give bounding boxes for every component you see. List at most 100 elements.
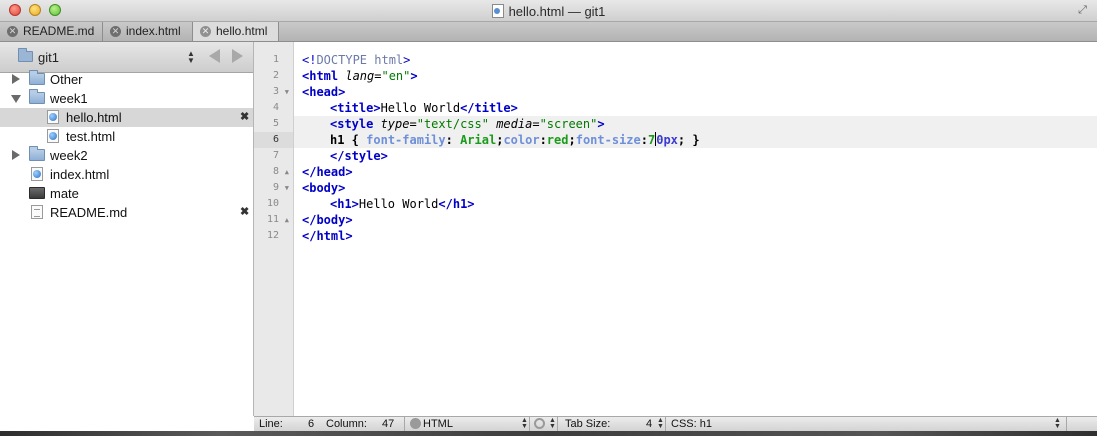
tab-close-icon[interactable]: ✕ — [110, 26, 121, 37]
markdown-file-icon — [31, 205, 43, 219]
line-number: 11 ▲ — [254, 212, 293, 228]
tree-item-test-html[interactable]: test.html — [0, 127, 253, 146]
code-line: <!DOCTYPE html> — [302, 53, 411, 67]
title-bar: hello.html — git1 ⤢ — [0, 0, 1097, 22]
file-browser: git1 ▲ ▼ Other week1 hello.html ✖ test.ht… — [0, 42, 254, 416]
line-number: 12 — [266, 230, 279, 241]
chevron-updown-icon[interactable]: ▲ ▼ — [1054, 417, 1061, 430]
tree-item-index-html[interactable]: index.html — [0, 165, 253, 184]
back-arrow-icon[interactable] — [209, 49, 220, 63]
language-selector[interactable]: HTML — [423, 417, 453, 431]
code-line: </html> — [302, 229, 353, 243]
chevron-updown-icon[interactable]: ▲ ▼ — [549, 417, 556, 430]
close-file-icon[interactable]: ✖ — [240, 108, 249, 127]
line-number: 9 ▼ — [254, 180, 293, 196]
desktop-background — [0, 431, 1097, 436]
clock-icon — [410, 418, 421, 429]
tree-item-label: hello.html — [66, 110, 122, 125]
project-selector[interactable]: git1 — [38, 50, 59, 65]
forward-arrow-icon[interactable] — [232, 49, 243, 63]
line-number-gutter: 1 2 3 ▼ 4 5 6 7 8 ▲ 9 ▼ 10 11 ▲ 12 — [254, 42, 294, 416]
tree-item-week2[interactable]: week2 — [0, 146, 253, 165]
window-title: hello.html — git1 — [0, 4, 1097, 19]
folder-icon — [29, 70, 45, 85]
status-divider — [557, 417, 558, 431]
status-divider — [529, 417, 530, 431]
code-line: <body> — [302, 181, 346, 195]
window-title-text: hello.html — git1 — [508, 4, 606, 19]
code-line: <h1>Hello World</h1> — [330, 197, 475, 211]
mate-file-icon — [29, 187, 45, 199]
code-line: </head> — [302, 165, 353, 179]
html-file-icon — [47, 110, 59, 124]
line-number: 7 — [272, 150, 279, 161]
html-file-icon — [31, 167, 43, 181]
line-number: 3 ▼ — [254, 84, 293, 100]
tab-hello[interactable]: ✕ hello.html — [193, 22, 279, 41]
tab-label: README.md — [23, 24, 95, 38]
tree-item-other[interactable]: Other — [0, 70, 253, 89]
file-browser-footer — [0, 416, 254, 431]
tree-item-label: week1 — [50, 91, 88, 106]
line-number: 5 — [272, 118, 279, 129]
column-value: 47 — [382, 418, 395, 430]
line-number: 1 — [272, 54, 279, 65]
code-line: <style type="text/css" media="screen"> — [330, 117, 605, 131]
tree-item-hello-html[interactable]: hello.html ✖ — [0, 108, 253, 127]
tab-close-icon[interactable]: ✕ — [7, 26, 18, 37]
disclosure-collapsed-icon[interactable] — [12, 74, 20, 84]
line-number: 8 ▲ — [254, 164, 293, 180]
tree-item-readme[interactable]: README.md ✖ — [0, 203, 253, 222]
tree-item-mate[interactable]: mate — [0, 184, 253, 203]
tab-index[interactable]: ✕ index.html — [103, 22, 193, 41]
disclosure-collapsed-icon[interactable] — [12, 150, 20, 160]
status-divider — [665, 417, 666, 431]
tab-size-label[interactable]: Tab Size: — [565, 417, 610, 431]
tab-size-value[interactable]: 4 — [646, 417, 652, 431]
tab-readme[interactable]: ✕ README.md — [0, 22, 103, 41]
tree-item-label: mate — [50, 186, 79, 201]
code-line: </body> — [302, 213, 353, 227]
tree-item-week1[interactable]: week1 — [0, 89, 253, 108]
fold-down-icon[interactable]: ▼ — [285, 84, 289, 100]
line-value: 6 — [308, 418, 315, 430]
tree-item-label: week2 — [50, 148, 88, 163]
code-line: <title>Hello World</title> — [330, 101, 518, 115]
symbol-selector[interactable]: CSS: h1 — [671, 417, 712, 431]
status-divider — [1066, 417, 1067, 431]
column-label: Column: — [326, 418, 367, 430]
status-divider — [404, 417, 405, 431]
editor-window: hello.html — git1 ⤢ ✕ README.md ✕ index.… — [0, 0, 1097, 431]
tree-item-label: Other — [50, 72, 83, 87]
disclosure-expanded-icon[interactable] — [11, 95, 21, 103]
tab-label: hello.html — [216, 24, 268, 38]
chevron-updown-icon[interactable]: ▲ ▼ — [187, 50, 195, 65]
tab-bar: ✕ README.md ✕ index.html ✕ hello.html — [0, 22, 1097, 42]
fold-down-icon[interactable]: ▼ — [285, 180, 289, 196]
tree-item-label: README.md — [50, 205, 128, 220]
line-number: 2 — [272, 70, 279, 81]
chevron-updown-icon[interactable]: ▲ ▼ — [657, 417, 664, 430]
code-line-current: h1 { font-family: Arial;color:red;font-s… — [330, 132, 700, 147]
tab-close-icon[interactable]: ✕ — [200, 26, 211, 37]
code-editor[interactable]: <!DOCTYPE html> <html lang="en"> <head> … — [294, 42, 1097, 416]
tree-item-label: index.html — [50, 167, 110, 182]
fold-up-icon[interactable]: ▲ — [285, 212, 289, 228]
html-document-icon — [491, 4, 504, 18]
gear-icon[interactable] — [534, 418, 545, 429]
folder-icon — [29, 89, 45, 104]
fullscreen-icon[interactable]: ⤢ — [1076, 4, 1089, 17]
code-line: </style> — [330, 149, 388, 163]
file-browser-header: git1 ▲ ▼ — [0, 42, 253, 73]
folder-icon — [29, 146, 45, 161]
line-label: Line: — [259, 418, 283, 430]
code-line: <head> — [302, 85, 346, 99]
chevron-updown-icon[interactable]: ▲ ▼ — [521, 417, 528, 430]
line-number: 4 — [272, 102, 279, 113]
line-number: 10 — [266, 198, 279, 209]
folder-icon — [18, 48, 33, 62]
fold-up-icon[interactable]: ▲ — [285, 164, 289, 180]
tree-item-label: test.html — [66, 129, 116, 144]
close-file-icon[interactable]: ✖ — [240, 203, 249, 222]
status-bar: Line: 6 Column: 47 HTML ▲ ▼ ▲ ▼ Tab Size: … — [254, 416, 1097, 431]
